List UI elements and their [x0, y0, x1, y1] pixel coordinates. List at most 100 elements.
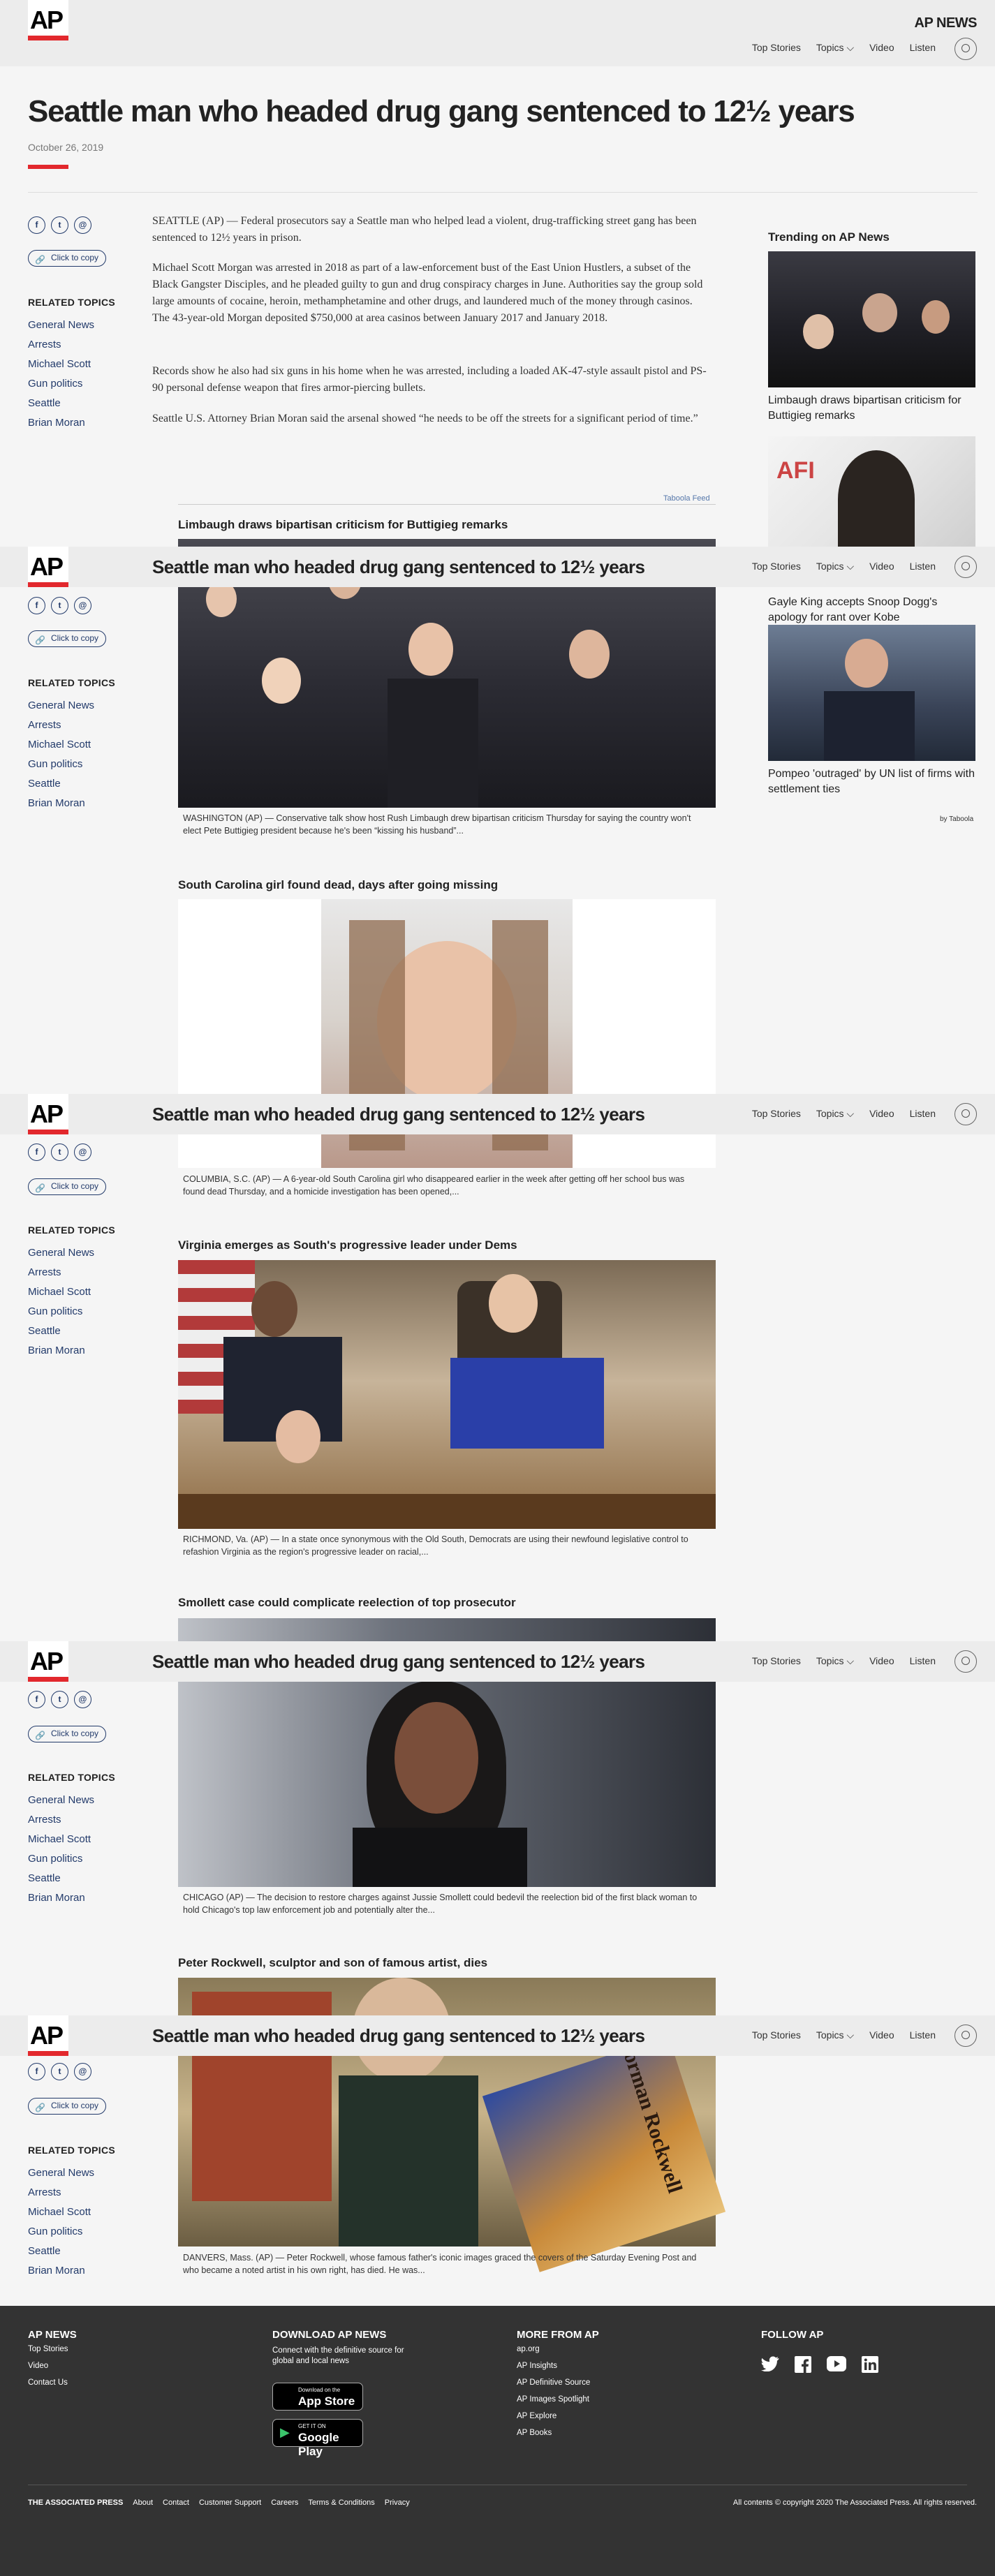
- search-icon[interactable]: [955, 1103, 977, 1125]
- email-icon[interactable]: @: [74, 2063, 91, 2080]
- footer-link[interactable]: Video: [28, 2357, 68, 2374]
- topic-link[interactable]: Seattle: [28, 774, 94, 794]
- email-icon[interactable]: @: [74, 597, 91, 614]
- email-icon[interactable]: @: [74, 1143, 91, 1161]
- topic-link[interactable]: Arrests: [28, 1810, 94, 1830]
- footer-link[interactable]: Careers: [271, 2499, 298, 2507]
- search-icon[interactable]: [955, 38, 977, 60]
- feed-item-title[interactable]: Virginia emerges as South's progressive …: [178, 1238, 517, 1252]
- nav-topics[interactable]: Topics ⌵: [816, 1108, 854, 1120]
- footer-link[interactable]: AP Explore: [517, 2408, 590, 2425]
- topic-link[interactable]: General News: [28, 2163, 94, 2183]
- feed-item-title[interactable]: Smollett case could complicate reelectio…: [178, 1596, 516, 1610]
- topic-link[interactable]: Arrests: [28, 1263, 94, 1282]
- nav-topics[interactable]: Topics ⌵: [816, 1655, 854, 1667]
- topic-link[interactable]: Michael Scott: [28, 355, 94, 374]
- feed-item-image[interactable]: [178, 1260, 716, 1529]
- email-icon[interactable]: @: [74, 1691, 91, 1708]
- topic-link[interactable]: General News: [28, 316, 94, 335]
- nav-top-stories[interactable]: Top Stories: [752, 2029, 801, 2041]
- footer-link[interactable]: AP Definitive Source: [517, 2374, 590, 2391]
- nav-video[interactable]: Video: [869, 42, 894, 54]
- topic-link[interactable]: Brian Moran: [28, 1888, 94, 1908]
- twitter-icon[interactable]: t: [51, 216, 68, 234]
- trending-image[interactable]: AFI: [768, 436, 975, 548]
- facebook-icon[interactable]: f: [28, 1143, 45, 1161]
- footer-org-name[interactable]: THE ASSOCIATED PRESS: [28, 2499, 123, 2507]
- topic-link[interactable]: General News: [28, 696, 94, 716]
- nav-video[interactable]: Video: [869, 1655, 894, 1667]
- footer-link[interactable]: AP Insights: [517, 2357, 590, 2374]
- nav-top-stories[interactable]: Top Stories: [752, 561, 801, 572]
- nav-video[interactable]: Video: [869, 1108, 894, 1120]
- topic-link[interactable]: Gun politics: [28, 1302, 94, 1322]
- search-icon[interactable]: [955, 556, 977, 578]
- app-store-badge[interactable]: Download on the App Store: [272, 2383, 363, 2411]
- twitter-icon[interactable]: t: [51, 1143, 68, 1161]
- ap-logo[interactable]: AP: [28, 0, 68, 40]
- topic-link[interactable]: Brian Moran: [28, 1341, 94, 1361]
- topic-link[interactable]: Michael Scott: [28, 2203, 94, 2222]
- search-icon[interactable]: [955, 2024, 977, 2047]
- trending-image[interactable]: [768, 625, 975, 761]
- topic-link[interactable]: Gun politics: [28, 755, 94, 774]
- taboola-attribution[interactable]: by Taboola: [940, 815, 973, 823]
- topic-link[interactable]: Michael Scott: [28, 1282, 94, 1302]
- brand-name[interactable]: AP NEWS: [915, 15, 978, 31]
- copy-link-button[interactable]: 🔗 Click to copy: [28, 1178, 106, 1195]
- footer-link[interactable]: About: [133, 2499, 153, 2507]
- topic-link[interactable]: Gun politics: [28, 2222, 94, 2242]
- topic-link[interactable]: Seattle: [28, 2242, 94, 2261]
- facebook-icon[interactable]: f: [28, 1691, 45, 1708]
- email-icon[interactable]: @: [74, 216, 91, 234]
- footer-link[interactable]: AP Images Spotlight: [517, 2391, 590, 2408]
- nav-topics[interactable]: Topics ⌵: [816, 561, 854, 572]
- trending-image[interactable]: [768, 251, 975, 387]
- ap-logo[interactable]: AP: [28, 1094, 68, 1134]
- footer-link[interactable]: Terms & Conditions: [308, 2499, 374, 2507]
- trending-caption[interactable]: Limbaugh draws bipartisan criticism for …: [768, 393, 978, 424]
- nav-listen[interactable]: Listen: [910, 561, 936, 572]
- nav-top-stories[interactable]: Top Stories: [752, 1655, 801, 1667]
- linkedin-icon[interactable]: [862, 2356, 878, 2373]
- search-icon[interactable]: [955, 1650, 977, 1673]
- copy-link-button[interactable]: 🔗 Click to copy: [28, 1726, 106, 1742]
- topic-link[interactable]: Brian Moran: [28, 2261, 94, 2281]
- twitter-icon[interactable]: t: [51, 2063, 68, 2080]
- topic-link[interactable]: General News: [28, 1243, 94, 1263]
- topic-link[interactable]: Brian Moran: [28, 413, 94, 433]
- ap-logo[interactable]: AP: [28, 2015, 68, 2056]
- topic-link[interactable]: Brian Moran: [28, 794, 94, 813]
- facebook-icon[interactable]: f: [28, 216, 45, 234]
- feed-item-title[interactable]: Limbaugh draws bipartisan criticism for …: [178, 518, 508, 532]
- twitter-icon[interactable]: [761, 2356, 779, 2371]
- topic-link[interactable]: General News: [28, 1791, 94, 1810]
- topic-link[interactable]: Seattle: [28, 394, 94, 413]
- footer-link[interactable]: Contact Us: [28, 2374, 68, 2391]
- facebook-icon[interactable]: [795, 2356, 811, 2373]
- facebook-icon[interactable]: f: [28, 597, 45, 614]
- taboola-feed-label[interactable]: Taboola Feed: [663, 494, 710, 503]
- trending-caption[interactable]: Gayle King accepts Snoop Dogg's apology …: [768, 595, 978, 626]
- topic-link[interactable]: Michael Scott: [28, 735, 94, 755]
- google-play-badge[interactable]: ▶ GET IT ON Google Play: [272, 2419, 363, 2458]
- topic-link[interactable]: Seattle: [28, 1322, 94, 1341]
- feed-item-title[interactable]: Peter Rockwell, sculptor and son of famo…: [178, 1956, 487, 1970]
- ap-logo[interactable]: AP: [28, 547, 68, 587]
- topic-link[interactable]: Gun politics: [28, 1849, 94, 1869]
- footer-link[interactable]: Customer Support: [199, 2499, 261, 2507]
- footer-link[interactable]: Contact: [163, 2499, 189, 2507]
- twitter-icon[interactable]: t: [51, 1691, 68, 1708]
- nav-topics[interactable]: Topics ⌵: [816, 2029, 854, 2041]
- footer-link[interactable]: ap.org: [517, 2341, 590, 2357]
- copy-link-button[interactable]: 🔗 Click to copy: [28, 250, 106, 267]
- nav-top-stories[interactable]: Top Stories: [752, 1108, 801, 1120]
- nav-listen[interactable]: Listen: [910, 1108, 936, 1120]
- topic-link[interactable]: Seattle: [28, 1869, 94, 1888]
- footer-link[interactable]: Top Stories: [28, 2341, 68, 2357]
- nav-topics[interactable]: Topics ⌵: [816, 42, 854, 54]
- nav-top-stories[interactable]: Top Stories: [752, 42, 801, 54]
- feed-item-title[interactable]: South Carolina girl found dead, days aft…: [178, 878, 498, 892]
- trending-caption[interactable]: Pompeo 'outraged' by UN list of firms wi…: [768, 767, 978, 797]
- footer-link[interactable]: AP Books: [517, 2425, 590, 2441]
